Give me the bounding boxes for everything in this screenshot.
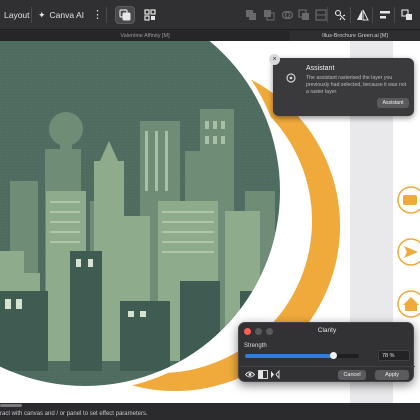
strength-slider[interactable] bbox=[245, 352, 359, 359]
assistant-notification: Assistant The assistant rasterised the l… bbox=[273, 58, 414, 116]
split-view-icon[interactable] bbox=[258, 370, 268, 379]
home-icon bbox=[397, 290, 420, 318]
phone-icon bbox=[397, 186, 420, 214]
tab-valentine-affinity[interactable]: Valentine Affinity [M] bbox=[0, 31, 290, 41]
flip-icon[interactable] bbox=[355, 8, 369, 22]
boolean-intersect-icon[interactable] bbox=[280, 8, 294, 22]
send-icon bbox=[397, 238, 420, 266]
dialog-title: Clarity bbox=[317, 327, 337, 334]
assistant-button[interactable]: Assistant bbox=[377, 98, 409, 108]
strength-label: Strength bbox=[244, 343, 267, 349]
close-icon[interactable]: × bbox=[269, 54, 280, 65]
clarity-dialog: Clarity Strength 78 % Cancel Apply bbox=[238, 322, 415, 382]
strength-slider-handle[interactable] bbox=[330, 352, 338, 359]
app-window: Layout ✦ Canva AI ⋮ Valentine Affinity [… bbox=[0, 0, 420, 420]
mirror-view-icon[interactable] bbox=[270, 370, 280, 379]
eye-icon[interactable] bbox=[245, 370, 255, 379]
tab-illus-brochure[interactable]: Illus-Brochure Green.ai [M] bbox=[290, 31, 420, 41]
grid-snap-icon[interactable] bbox=[143, 8, 157, 22]
align-left-icon[interactable] bbox=[378, 8, 392, 22]
apply-button[interactable]: Apply bbox=[375, 370, 409, 380]
status-bar-text: ract with canvas and / or panel to set e… bbox=[0, 408, 420, 420]
layer-mode-icon bbox=[119, 9, 131, 21]
boolean-add-icon[interactable] bbox=[244, 8, 258, 22]
strength-slider-fill bbox=[245, 354, 334, 358]
boolean-subtract-icon[interactable] bbox=[262, 8, 276, 22]
canva-ai-label: Canva AI bbox=[49, 10, 85, 20]
toolbar-separator bbox=[372, 7, 373, 23]
toolbar-separator bbox=[327, 7, 328, 23]
boolean-divide-icon[interactable] bbox=[314, 8, 328, 22]
assistant-message: The assistant rasterised the layer you p… bbox=[306, 75, 407, 95]
sparkle-icon: ✦ bbox=[38, 9, 46, 20]
toolbar-separator bbox=[106, 7, 107, 23]
document-tabs: Valentine Affinity [M] Illus-Brochure Gr… bbox=[0, 31, 420, 41]
assistant-gear-icon bbox=[286, 73, 296, 83]
toolbar-separator bbox=[350, 7, 351, 23]
arrange-icon[interactable] bbox=[400, 8, 414, 22]
strength-value-field[interactable]: 78 % bbox=[378, 350, 410, 361]
boolean-xor-icon[interactable] bbox=[297, 8, 311, 22]
toolbar-separator bbox=[394, 7, 395, 23]
cancel-button[interactable]: Cancel bbox=[338, 370, 366, 380]
scrollbar-thumb[interactable] bbox=[0, 404, 22, 407]
layer-mode-button[interactable] bbox=[115, 6, 135, 24]
node-edit-icon[interactable] bbox=[333, 8, 347, 22]
more-vertical-icon[interactable]: ⋮ bbox=[92, 8, 103, 22]
toolbar-separator bbox=[31, 7, 32, 23]
assistant-title: Assistant bbox=[306, 65, 335, 72]
canva-ai-button[interactable]: ✦ Canva AI bbox=[38, 0, 84, 30]
dialog-divider bbox=[239, 366, 415, 367]
layout-menu[interactable]: Layout bbox=[4, 0, 30, 30]
top-toolbar: Layout ✦ Canva AI ⋮ bbox=[0, 0, 420, 30]
